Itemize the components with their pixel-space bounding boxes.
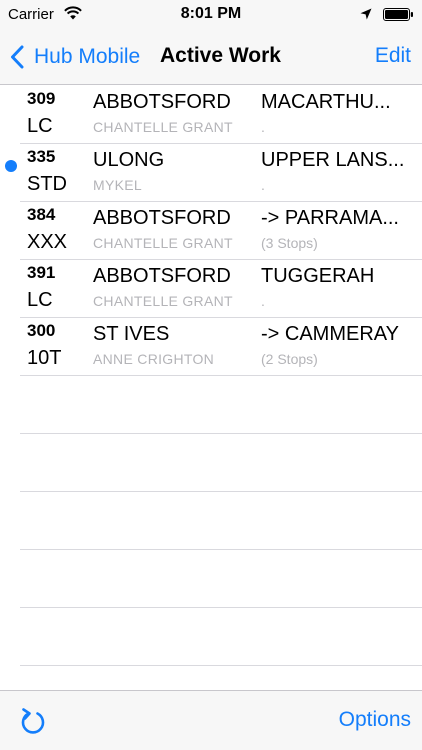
stops-label: . [261, 177, 265, 193]
battery-icon [383, 8, 413, 21]
stops-label: . [261, 293, 265, 309]
destination-label: UPPER LANS... [261, 149, 405, 171]
driver-label: CHANTELLE GRANT [93, 235, 233, 251]
run-number: 300 [27, 321, 56, 340]
run-number: 384 [27, 205, 56, 224]
driver-label: MYKEL [93, 177, 142, 193]
destination-label: -> CAMMERAY [261, 323, 399, 345]
run-number: 309 [27, 89, 56, 108]
empty-row [20, 608, 422, 666]
empty-row [20, 376, 422, 434]
status-bar: Carrier 8:01 PM [0, 0, 422, 28]
table-row[interactable]: 391 LC ABBOTSFORD CHANTELLE GRANT TUGGER… [20, 260, 422, 318]
stops-label: . [261, 119, 265, 135]
back-button[interactable]: Hub Mobile [10, 42, 140, 72]
navigation-bar: Hub Mobile Active Work Edit [0, 28, 422, 85]
table-row[interactable]: 309 LC ABBOTSFORD CHANTELLE GRANT MACART… [20, 86, 422, 144]
edit-button[interactable]: Edit [375, 44, 411, 68]
run-number: 391 [27, 263, 56, 282]
status-time: 8:01 PM [180, 5, 242, 22]
stops-label: (2 Stops) [261, 351, 318, 367]
destination-label: MACARTHU... [261, 91, 391, 113]
run-code: 10T [27, 347, 62, 369]
bottom-toolbar: Options [0, 690, 422, 750]
run-code: STD [27, 173, 67, 195]
origin-label: ULONG [93, 149, 165, 171]
empty-row [20, 492, 422, 550]
unread-dot-icon [5, 160, 17, 172]
origin-label: ABBOTSFORD [93, 91, 231, 113]
table-row[interactable]: 335 STD ULONG MYKEL UPPER LANS... . [5, 144, 422, 202]
back-button-label: Hub Mobile [34, 45, 141, 68]
refresh-icon[interactable] [19, 706, 47, 736]
options-button[interactable]: Options [339, 708, 411, 732]
driver-label: ANNE CRIGHTON [93, 351, 215, 367]
table-row[interactable]: 300 10T ST IVES ANNE CRIGHTON -> CAMMERA… [20, 318, 422, 376]
stops-label: (3 Stops) [261, 235, 318, 251]
run-code: XXX [27, 231, 68, 253]
page-title: Active Work [160, 44, 281, 67]
empty-row [20, 434, 422, 492]
location-icon [360, 8, 372, 20]
run-code: LC [27, 115, 53, 137]
origin-label: ST IVES [93, 323, 170, 345]
origin-label: ABBOTSFORD [93, 265, 231, 287]
run-number: 335 [27, 147, 56, 166]
table-row[interactable]: 384 XXX ABBOTSFORD CHANTELLE GRANT -> PA… [20, 202, 422, 260]
chevron-left-icon [11, 45, 24, 69]
origin-label: ABBOTSFORD [93, 207, 231, 229]
destination-label: -> PARRAMA... [261, 207, 399, 229]
driver-label: CHANTELLE GRANT [93, 293, 233, 309]
driver-label: CHANTELLE GRANT [93, 119, 233, 135]
empty-row [20, 550, 422, 608]
destination-label: TUGGERAH [261, 265, 375, 287]
run-code: LC [27, 289, 53, 311]
active-work-list: 309 LC ABBOTSFORD CHANTELLE GRANT MACART… [0, 86, 422, 690]
